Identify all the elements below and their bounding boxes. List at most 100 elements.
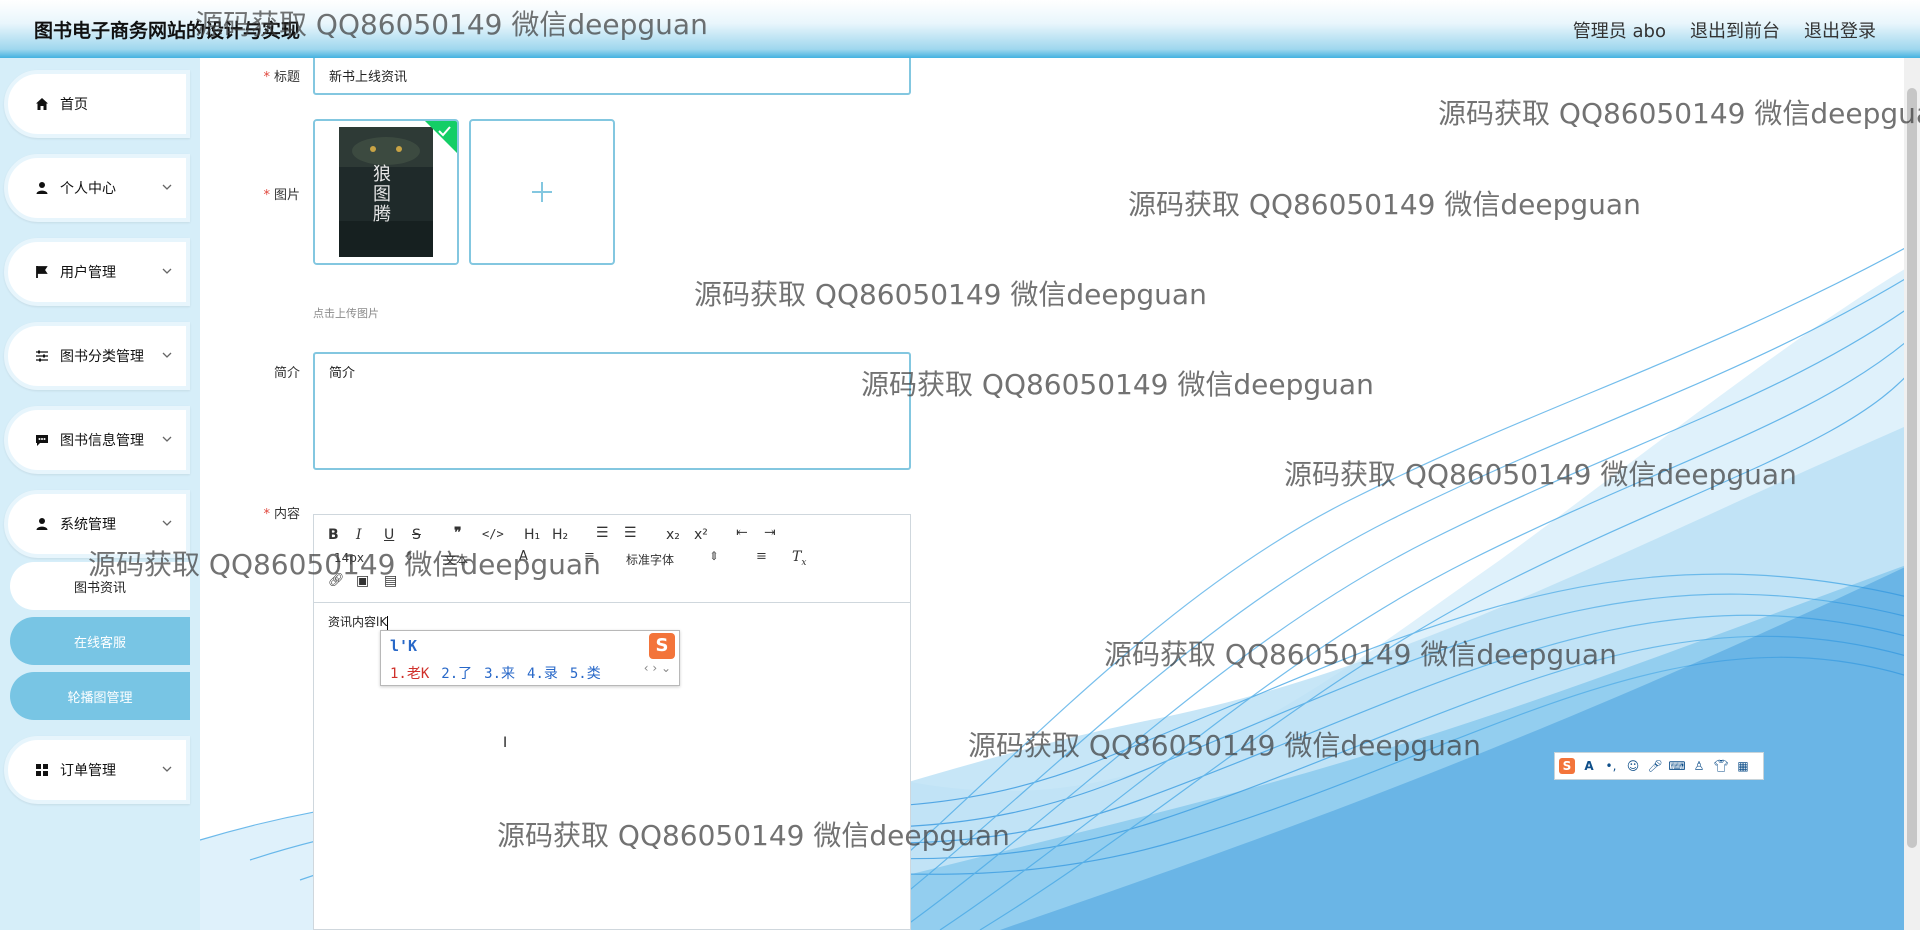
chevron-down-icon xyxy=(162,766,172,772)
required-mark: * xyxy=(263,188,270,203)
ordered-list-icon[interactable]: ☰ xyxy=(596,525,609,541)
editor-content[interactable]: 资讯内容lK xyxy=(328,613,389,630)
sidebar-subitem-carousel[interactable]: 轮播图管理 xyxy=(10,672,190,720)
sidebar-item-order-management[interactable]: 订单管理 xyxy=(4,736,190,804)
text-cursor-icon: I xyxy=(503,735,508,751)
plus-icon xyxy=(532,182,552,202)
site-title: 图书电子商务网站的设计与实现 xyxy=(34,20,301,42)
sidebar-item-label: 系统管理 xyxy=(60,517,116,533)
sidebar-item-label: 图书信息管理 xyxy=(60,433,144,449)
chinese-mode-icon[interactable]: A xyxy=(1581,758,1597,774)
flag-icon xyxy=(34,264,50,280)
sidebar-item-personal-center[interactable]: 个人中心 xyxy=(4,154,190,222)
chat-icon xyxy=(34,432,50,448)
required-mark: * xyxy=(263,70,270,85)
rich-text-editor[interactable]: B I U S ❞ </> H₁ H₂ ☰ ☰ x₂ x² ⇤ ⇥ 14px ⇕… xyxy=(313,514,911,930)
book-cover-title: 狼图腾 xyxy=(373,164,391,225)
sogou-logo-icon[interactable]: S xyxy=(1559,758,1575,774)
sidebar-item-book-category[interactable]: 图书分类管理 xyxy=(4,322,190,390)
bullet-list-icon[interactable]: ☰ xyxy=(624,525,637,541)
admin-user-label[interactable]: 管理员 abo xyxy=(1573,17,1666,43)
superscript-button[interactable]: x² xyxy=(694,527,708,543)
paragraph-align-icon[interactable]: ≡ xyxy=(756,549,767,564)
text-caret xyxy=(387,615,389,630)
upload-hint: 点击上传图片 xyxy=(313,307,379,320)
sidebar-item-label: 用户管理 xyxy=(60,265,116,281)
sidebar-item-system-management[interactable]: 系统管理 xyxy=(4,490,190,558)
chevron-down-icon xyxy=(162,436,172,442)
ime-page-arrows-icon[interactable]: ‹ › ⌄ xyxy=(644,661,671,675)
heading1-button[interactable]: H₁ xyxy=(524,527,540,543)
text-style-select[interactable]: 文本 xyxy=(444,551,468,568)
subscript-button[interactable]: x₂ xyxy=(666,527,680,543)
required-mark: * xyxy=(263,507,270,522)
indent-icon[interactable]: ⇥ xyxy=(764,525,776,541)
video-insert-icon[interactable]: ▤ xyxy=(384,573,397,589)
clear-format-icon[interactable]: Tx xyxy=(792,549,806,568)
underline-button[interactable]: U xyxy=(384,527,394,543)
size-select-arrows-icon: ⇕ xyxy=(404,549,415,563)
sidebar-item-user-management[interactable]: 用户管理 xyxy=(4,238,190,306)
heading2-button[interactable]: H₂ xyxy=(552,527,568,543)
sliders-icon xyxy=(34,348,50,364)
page-scrollbar[interactable] xyxy=(1904,58,1920,930)
sogou-logo-icon: S xyxy=(649,633,675,659)
ime-candidate[interactable]: 5.类 xyxy=(570,663,601,683)
chevron-down-icon xyxy=(162,352,172,358)
punctuation-icon[interactable]: •, xyxy=(1603,758,1619,774)
emoji-icon[interactable]: ☺ xyxy=(1625,758,1641,774)
font-select-arrows-icon: ⇕ xyxy=(709,549,720,563)
sidebar-item-home[interactable]: 首页 xyxy=(4,70,190,138)
italic-button[interactable]: I xyxy=(356,527,362,543)
add-image-button[interactable] xyxy=(469,119,615,265)
font-size-select[interactable]: 14px xyxy=(334,551,364,565)
title-input[interactable]: 新书上线资讯 xyxy=(313,55,911,95)
editor-toolbar: B I U S ❞ </> H₁ H₂ ☰ ☰ x₂ x² ⇤ ⇥ 14px ⇕… xyxy=(314,515,910,603)
ime-candidate[interactable]: 3.来 xyxy=(484,663,515,683)
sidebar: 首页 个人中心 用户管理 图书分类管理 图书信息管理 系统管理 图书资讯 在线客… xyxy=(0,58,200,930)
sidebar-subitem-book-news[interactable]: 图书资讯 xyxy=(10,562,190,610)
home-icon xyxy=(34,96,50,112)
ime-candidate[interactable]: 4.录 xyxy=(527,663,558,683)
skin-icon[interactable]: 👕︎ xyxy=(1713,758,1729,774)
outdent-icon[interactable]: ⇤ xyxy=(736,525,748,541)
ime-pinyin: l'K xyxy=(390,637,418,655)
scrollbar-thumb[interactable] xyxy=(1907,88,1917,848)
link-icon[interactable]: 🔗︎ xyxy=(328,573,345,588)
chevron-down-icon xyxy=(162,184,172,190)
code-block-button[interactable]: </> xyxy=(482,527,504,541)
ime-floating-toolbar: S A •, ☺ 🎤︎ ⌨ ♙ 👕︎ ▦ xyxy=(1554,752,1764,780)
sidebar-subitem-online-service[interactable]: 在线客服 xyxy=(10,617,190,665)
uploaded-image-card[interactable]: 狼图腾 xyxy=(313,119,459,265)
user-icon xyxy=(34,516,50,532)
bold-button[interactable]: B xyxy=(328,527,339,543)
sidebar-item-label: 订单管理 xyxy=(60,763,116,779)
image-insert-icon[interactable]: ▣ xyxy=(356,573,369,589)
grid-icon xyxy=(34,762,50,778)
sidebar-item-book-info[interactable]: 图书信息管理 xyxy=(4,406,190,474)
user-profile-icon[interactable]: ♙ xyxy=(1691,758,1707,774)
ime-candidate[interactable]: 2.了 xyxy=(441,663,472,683)
sidebar-item-label: 图书分类管理 xyxy=(60,349,144,365)
user-icon xyxy=(34,180,50,196)
font-color-button[interactable]: A xyxy=(519,549,528,564)
top-header-bar: 图书电子商务网站的设计与实现 管理员 abo 退出到前台 退出登录 xyxy=(0,0,1920,58)
strike-button[interactable]: S xyxy=(412,527,421,543)
microphone-icon[interactable]: 🎤︎ xyxy=(1647,758,1663,774)
sidebar-item-label: 个人中心 xyxy=(60,181,116,197)
sidebar-item-label: 首页 xyxy=(60,97,88,113)
ime-candidate[interactable]: 1.老K xyxy=(390,663,429,683)
intro-textarea[interactable]: 简介 xyxy=(313,352,911,470)
top-links: 管理员 abo 退出到前台 退出登录 xyxy=(1573,17,1876,43)
keyboard-icon[interactable]: ⌨ xyxy=(1668,758,1685,774)
background-waves xyxy=(199,239,1920,930)
logout-link[interactable]: 退出登录 xyxy=(1804,17,1876,43)
ime-candidates: 1.老K 2.了 3.来 4.录 5.类 xyxy=(390,663,601,683)
toolbox-icon[interactable]: ▦ xyxy=(1735,758,1751,774)
font-family-select[interactable]: 标准字体 xyxy=(626,551,674,568)
align-icon[interactable]: ≡ xyxy=(584,549,595,564)
back-to-front-link[interactable]: 退出到前台 xyxy=(1690,17,1780,43)
chevron-down-icon xyxy=(162,268,172,274)
ime-candidate-popup: l'K S 1.老K 2.了 3.来 4.录 5.类 ‹ › ⌄ xyxy=(380,630,680,686)
blockquote-button[interactable]: ❞ xyxy=(454,525,462,541)
